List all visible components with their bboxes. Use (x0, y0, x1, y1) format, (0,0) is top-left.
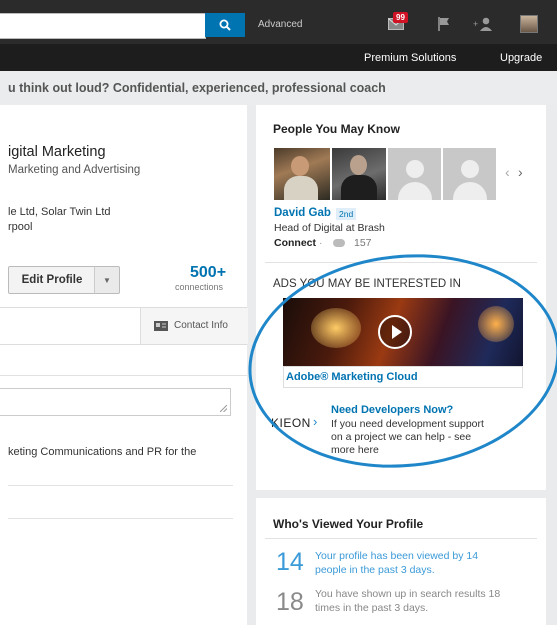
avatar (520, 15, 538, 33)
svg-text:+: + (473, 19, 478, 29)
person-placeholder-icon (405, 160, 424, 178)
summary-textarea[interactable] (0, 388, 231, 416)
search-input[interactable] (0, 13, 206, 39)
profile-summary: keting Communications and PR for the (8, 446, 197, 458)
contact-card-icon (154, 321, 168, 331)
pymk-role: Head of Digital at Brash (274, 222, 385, 234)
pymk-photo-placeholder[interactable] (443, 148, 496, 200)
add-connections-button[interactable]: + (472, 13, 494, 35)
profile-location: rpool (8, 221, 33, 233)
who-viewed-divider (265, 538, 537, 539)
search-appearances-text[interactable]: times in the past 3 days. (315, 602, 428, 614)
section-divider (0, 375, 247, 376)
upgrade-link[interactable]: Upgrade (500, 52, 542, 64)
profile-companies: le Ltd, Solar Twin Ltd (8, 206, 111, 218)
summary-divider (8, 485, 233, 486)
person-placeholder-body (397, 182, 432, 200)
pymk-face (350, 155, 367, 175)
pymk-shirt (341, 175, 377, 200)
connect-link[interactable]: Connect (274, 237, 316, 249)
person-placeholder-icon (460, 160, 479, 178)
pymk-photo[interactable] (332, 148, 386, 200)
profile-title: igital Marketing (8, 144, 106, 160)
profile-views-count[interactable]: 14 (276, 548, 304, 577)
edit-profile-button[interactable]: Edit Profile (8, 266, 96, 294)
summary-divider (8, 518, 233, 519)
pymk-photo-placeholder[interactable] (388, 148, 441, 200)
pymk-shirt (284, 176, 318, 200)
profile-action-bar: Contact Info (0, 307, 248, 345)
add-person-icon: + (473, 17, 492, 31)
search-appearances-text[interactable]: You have shown up in search results 18 (315, 588, 500, 600)
search-appearances-count[interactable]: 18 (276, 588, 304, 617)
shared-connections-icon (333, 239, 345, 247)
nav-bar: Premium Solutions Upgrade (0, 44, 557, 71)
separator-dot: · (319, 237, 323, 249)
connection-degree-badge: 2nd (336, 208, 357, 220)
who-viewed-heading: Who's Viewed Your Profile (273, 517, 424, 531)
connections-count[interactable]: 500+ (190, 264, 226, 282)
resize-handle-icon (220, 405, 227, 412)
profile-views-text[interactable]: people in the past 3 days. (315, 564, 435, 576)
notifications-button[interactable] (436, 13, 452, 35)
previous-arrow-icon[interactable]: ‹ (505, 164, 510, 180)
pymk-photo[interactable] (274, 148, 330, 200)
person-placeholder-body (452, 182, 487, 200)
premium-solutions-link[interactable]: Premium Solutions (364, 52, 456, 64)
profile-headline: u think out loud? Confidential, experien… (0, 71, 557, 105)
profile-industry: Marketing and Advertising (8, 164, 141, 176)
account-button[interactable] (520, 13, 538, 35)
search-icon (219, 19, 231, 31)
flag-icon (438, 17, 449, 31)
edit-profile-dropdown[interactable]: ▼ (94, 266, 120, 294)
search-button[interactable] (205, 13, 245, 37)
inbox-count-badge: 99 (393, 12, 408, 23)
profile-views-text[interactable]: Your profile has been viewed by 14 (315, 550, 478, 562)
next-arrow-icon[interactable]: › (518, 164, 523, 180)
pymk-heading: People You May Know (273, 122, 400, 136)
contact-info-label: Contact Info (174, 320, 228, 331)
advanced-search-link[interactable]: Advanced (258, 19, 302, 30)
shared-connections-count: 157 (354, 237, 372, 249)
contact-info-tab[interactable]: Contact Info (140, 308, 248, 344)
connections-label: connections (175, 282, 224, 292)
pymk-face (291, 156, 309, 176)
caret-down-icon: ▼ (103, 275, 111, 285)
pymk-name-link[interactable]: David Gab (274, 207, 331, 219)
profile-card (0, 105, 247, 625)
